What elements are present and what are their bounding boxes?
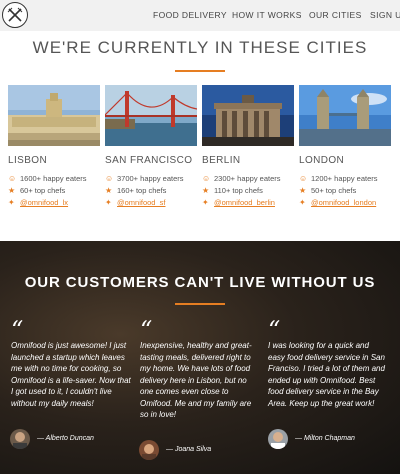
lisbon-photo (8, 85, 100, 146)
chefs-count: 60+ top chefs (20, 186, 66, 195)
avatar (10, 429, 30, 449)
user-icon: ☺ (105, 174, 114, 183)
quote-text: Omnifood is just awesome! I just launche… (11, 341, 131, 408)
star-icon: ★ (299, 186, 307, 195)
testimonial-quote: “ Omnifood is just awesome! I just launc… (11, 316, 131, 409)
nav-link-our-cities[interactable]: OUR CITIES (309, 10, 362, 20)
star-icon: ★ (105, 186, 113, 195)
fork-knife-icon[interactable] (2, 2, 28, 28)
twitter-icon: ✦ (202, 198, 209, 207)
twitter-link[interactable]: @omnifood_london (311, 198, 376, 207)
avatar (139, 440, 159, 460)
user-icon: ☺ (299, 174, 308, 183)
twitter-link[interactable]: @omnifood_lx (20, 198, 68, 207)
chefs-count: 110+ top chefs (214, 186, 263, 195)
star-icon: ★ (8, 186, 16, 195)
city-card-san-francisco: SAN FRANCISCO ☺ 3700+ happy eaters ★ 160+ … (105, 85, 197, 208)
eaters-count: 1200+ happy eaters (311, 174, 378, 183)
testimonials-title: OUR CUSTOMERS CAN'T LIVE WITHOUT US (24, 274, 376, 291)
london-photo (299, 85, 391, 146)
city-card-london: LONDON ☺ 1200+ happy eaters ★ 50+ top chef… (299, 85, 391, 208)
testimonial-author: — Joana Silva (166, 446, 212, 453)
twitter-icon: ✦ (299, 198, 306, 207)
eaters-count: 2300+ happy eaters (214, 174, 281, 183)
quote-text: I was looking for a quick and easy food … (268, 341, 385, 408)
city-name: SAN FRANCISCO (105, 155, 193, 166)
star-icon: ★ (202, 186, 210, 195)
testimonial-author: — Milton Chapman (295, 435, 355, 442)
twitter-link[interactable]: @omnifood_berlin (214, 198, 275, 207)
city-name: LISBON (8, 155, 48, 166)
testimonials-divider (175, 303, 225, 305)
twitter-icon: ✦ (8, 198, 15, 207)
city-card-lisbon: LISBON ☺ 1600+ happy eaters ★ 60+ top chef… (8, 85, 100, 208)
testimonial-quote: “ I was looking for a quick and easy foo… (268, 316, 388, 409)
chefs-count: 160+ top chefs (117, 186, 167, 195)
top-nav: FOOD DELIVERY HOW IT WORKS OUR CITIES SI… (0, 0, 400, 31)
twitter-link[interactable]: @omnifood_sf (117, 198, 165, 207)
user-icon: ☺ (202, 174, 211, 183)
city-name: BERLIN (202, 155, 241, 166)
quote-mark-icon: “ (268, 316, 281, 344)
quote-mark-icon: “ (140, 316, 153, 344)
city-name: LONDON (299, 155, 345, 166)
title-divider (175, 70, 225, 72)
testimonial-author: — Alberto Duncan (37, 435, 94, 442)
eaters-count: 1600+ happy eaters (20, 174, 87, 183)
san-francisco-photo (105, 85, 197, 146)
quote-text: Inexpensive, healthy and great-tasting m… (140, 341, 252, 419)
nav-link-sign-up[interactable]: SIGN UP (370, 10, 400, 20)
user-icon: ☺ (8, 174, 17, 183)
testimonials-section: OUR CUSTOMERS CAN'T LIVE WITHOUT US “ Om… (0, 241, 400, 474)
quote-mark-icon: “ (11, 316, 24, 344)
cities-title: WE'RE CURRENTLY IN THESE CITIES (32, 38, 368, 57)
eaters-count: 3700+ happy eaters (117, 174, 184, 183)
chefs-count: 50+ top chefs (311, 186, 357, 195)
berlin-photo (202, 85, 294, 146)
avatar (268, 429, 288, 449)
nav-link-food-delivery[interactable]: FOOD DELIVERY (153, 10, 227, 20)
twitter-icon: ✦ (105, 198, 112, 207)
testimonial-quote: “ Inexpensive, healthy and great-tasting… (140, 316, 260, 421)
nav-link-how-it-works[interactable]: HOW IT WORKS (232, 10, 302, 20)
city-card-berlin: BERLIN ☺ 2300+ happy eaters ★ 110+ top che… (202, 85, 294, 208)
